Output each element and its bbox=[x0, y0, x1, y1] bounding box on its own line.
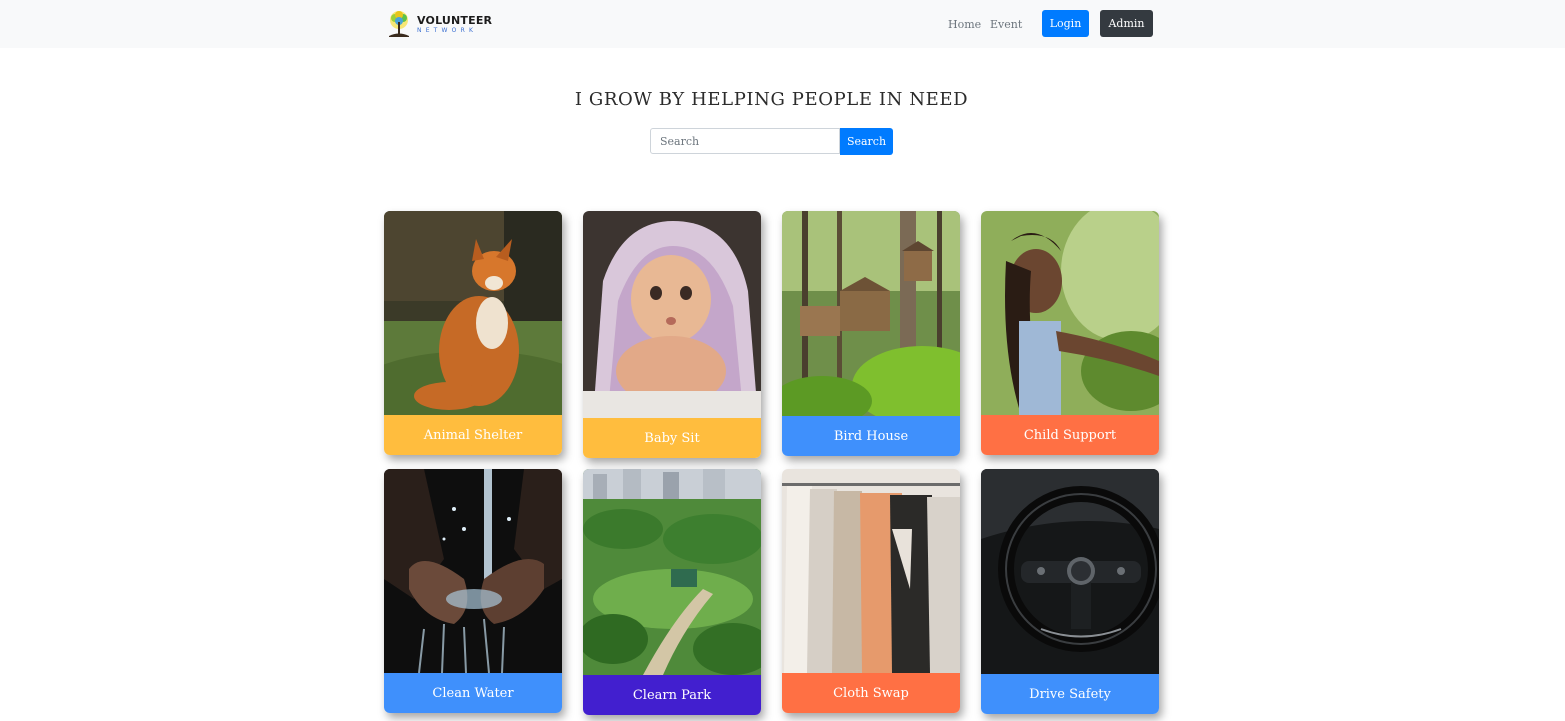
login-button[interactable]: Login bbox=[1042, 10, 1089, 37]
event-card-drive-safety[interactable]: Drive Safety bbox=[981, 469, 1159, 714]
clothes-rack-photo bbox=[782, 469, 960, 673]
navbar: VOLUNTEER NETWORK Home Event Login Admin bbox=[0, 0, 1565, 48]
park-photo bbox=[583, 469, 761, 675]
brand-logo[interactable]: VOLUNTEER NETWORK bbox=[385, 8, 495, 40]
event-card-child-support[interactable]: Child Support bbox=[981, 211, 1159, 455]
card-title: Child Support bbox=[981, 415, 1159, 455]
card-title: Drive Safety bbox=[981, 674, 1159, 714]
nav-event-link[interactable]: Event bbox=[990, 18, 1022, 31]
card-title: Bird House bbox=[782, 416, 960, 456]
event-card-cloth-swap[interactable]: Cloth Swap bbox=[782, 469, 960, 713]
card-title: Cloth Swap bbox=[782, 673, 960, 713]
event-card-baby-sit[interactable]: Baby Sit bbox=[583, 211, 761, 458]
event-card-clean-water[interactable]: Clean Water bbox=[384, 469, 562, 713]
card-title: Clean Water bbox=[384, 673, 562, 713]
fox-photo bbox=[384, 211, 562, 415]
event-card-animal-shelter[interactable]: Animal Shelter bbox=[384, 211, 562, 455]
birdhouse-photo bbox=[782, 211, 960, 416]
tree-logo-icon bbox=[389, 11, 409, 37]
card-title: Clearn Park bbox=[583, 675, 761, 715]
steering-wheel-photo bbox=[981, 469, 1159, 674]
baby-photo bbox=[583, 211, 761, 418]
page-headline: I GROW BY HELPING PEOPLE IN NEED bbox=[574, 89, 969, 110]
water-hands-photo bbox=[384, 469, 562, 673]
admin-button[interactable]: Admin bbox=[1100, 10, 1153, 37]
brand-tagline: NETWORK bbox=[417, 26, 478, 34]
event-card-bird-house[interactable]: Bird House bbox=[782, 211, 960, 456]
card-title: Baby Sit bbox=[583, 418, 761, 458]
brand-name: VOLUNTEER bbox=[417, 13, 493, 27]
search-button[interactable]: Search bbox=[840, 128, 893, 155]
girl-photo bbox=[981, 211, 1159, 415]
nav-home-link[interactable]: Home bbox=[948, 18, 981, 31]
search-input[interactable] bbox=[650, 128, 840, 154]
card-title: Animal Shelter bbox=[384, 415, 562, 455]
event-card-clearn-park[interactable]: Clearn Park bbox=[583, 469, 761, 715]
